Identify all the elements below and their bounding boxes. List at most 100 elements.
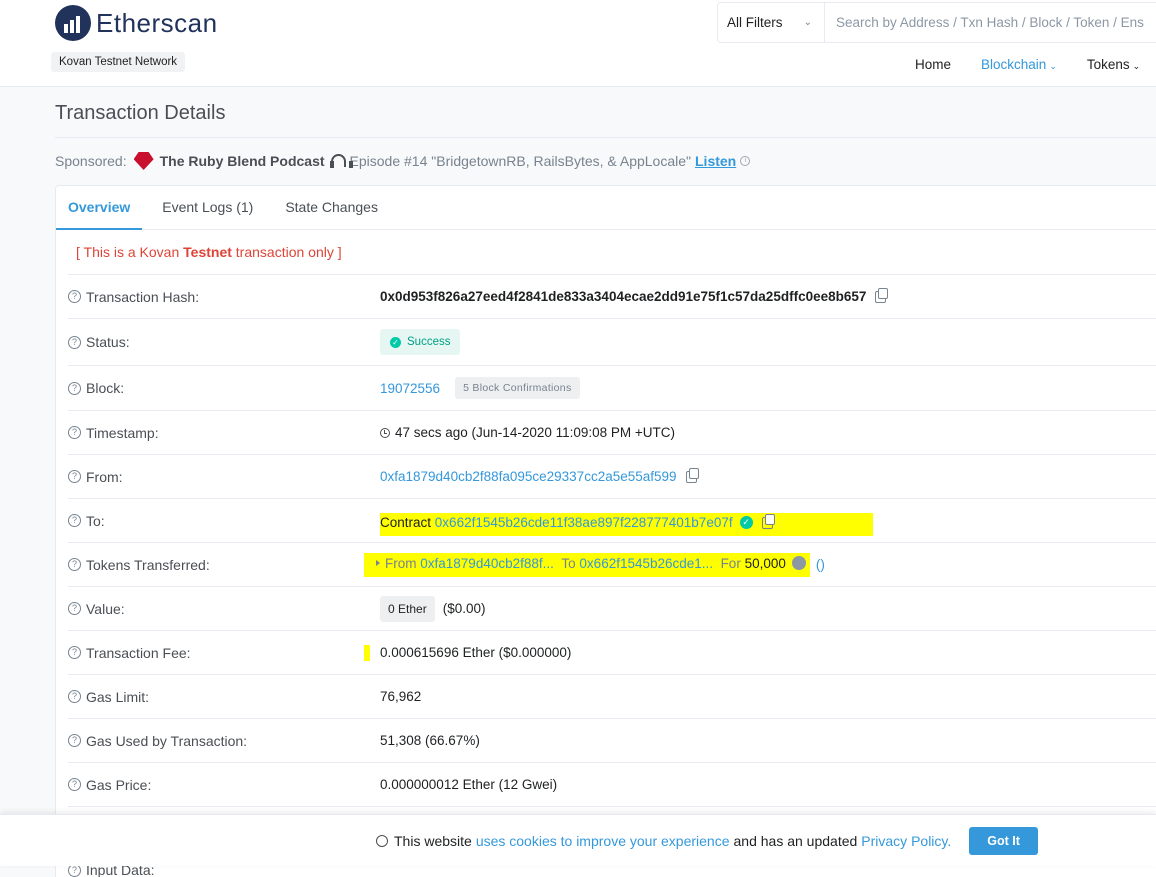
row-label: Status: — [86, 334, 130, 350]
to-address-link[interactable]: 0x662f1545b26cde11f38ae897f228777401b7e0… — [435, 515, 733, 530]
row-label: Gas Price: — [86, 776, 152, 793]
row-label: To: — [86, 512, 105, 529]
gas-price-value: 0.000000012 Ether (12 Gwei) — [380, 777, 558, 792]
row-label: Transaction Hash: — [86, 288, 200, 305]
token-amount: 50,000 — [744, 555, 786, 571]
token-icon — [791, 556, 806, 570]
highlight-mark — [364, 644, 370, 661]
network-badge: Kovan Testnet Network — [51, 52, 186, 72]
row-from: ? From: 0xfa1879d40cb2f88fa095ce29337cc2a… — [68, 454, 1156, 498]
row-gas-used: ? Gas Used by Transaction: 51,308 (66.67%… — [68, 718, 1156, 762]
verified-check-icon: ✓ — [739, 516, 753, 529]
row-to: ? To: Contract 0x662f1545b26cde11f38ae897… — [68, 498, 1156, 542]
fee-value: 0.000615696 Ether ($0.000000) — [380, 645, 572, 660]
row-label: From: — [86, 468, 123, 485]
row-timestamp: ? Timestamp: 47 secs ago (Jun-14-2020 11:… — [68, 410, 1156, 454]
help-icon[interactable]: ? — [68, 381, 81, 395]
help-icon[interactable]: ? — [68, 290, 81, 303]
row-gas-price: ? Gas Price: 0.000000012 Ether (12 Gwei) — [68, 762, 1156, 806]
to-contract-label: Contract — [380, 515, 432, 530]
check-icon: ✓ — [390, 336, 401, 348]
divider — [55, 137, 1156, 138]
help-icon[interactable]: ? — [68, 558, 81, 571]
clock-icon — [380, 427, 390, 438]
filter-select[interactable]: All Filters ⌄ — [718, 3, 825, 42]
testnet-notice: [ This is a Kovan Testnet transaction on… — [76, 244, 342, 260]
row-label: Transaction Fee: — [86, 644, 191, 661]
row-block: ? Block: 19072556 5 Block Confirmations — [68, 365, 1156, 410]
logo-icon — [55, 5, 91, 41]
info-icon[interactable]: i — [740, 156, 751, 166]
nav-blockchain[interactable]: Blockchain ⌄ — [981, 57, 1057, 72]
sponsored-label: Sponsored: — [55, 153, 127, 169]
help-icon[interactable]: ? — [68, 690, 81, 703]
tab-bar: Overview Event Logs (1) State Changes — [56, 186, 1156, 230]
tab-state-changes[interactable]: State Changes — [273, 186, 390, 230]
help-icon[interactable]: ? — [68, 426, 81, 439]
transaction-card: Overview Event Logs (1) State Changes [ … — [55, 185, 1156, 877]
help-icon[interactable]: ? — [68, 734, 81, 747]
from-address-link[interactable]: 0xfa1879d40cb2f88fa095ce29337cc2a5e55af5… — [380, 469, 677, 484]
gas-used-value: 51,308 (66.67%) — [380, 733, 480, 748]
transaction-hash: 0x0d953f826a27eed4f2841de833a3404ecae2dd… — [380, 289, 867, 304]
nav-tokens[interactable]: Tokens ⌄ — [1087, 57, 1140, 72]
help-icon[interactable]: ? — [68, 602, 81, 615]
token-from-link[interactable]: 0xfa1879d40cb2f88f... — [420, 556, 554, 571]
tab-event-logs[interactable]: Event Logs (1) — [150, 186, 265, 230]
search-input[interactable] — [825, 3, 1156, 42]
ruby-icon — [133, 152, 154, 170]
sponsored-banner: Sponsored: The Ruby Blend Podcast Episod… — [55, 152, 751, 170]
row-label: Tokens Transferred: — [86, 556, 210, 573]
row-status: ? Status: ✓ Success — [68, 318, 1156, 365]
row-label: Gas Used by Transaction: — [86, 732, 248, 749]
etherscan-logo[interactable]: Etherscan — [55, 5, 218, 41]
nav-home[interactable]: Home — [915, 57, 951, 72]
row-tokens-transferred: ? Tokens Transferred: From 0xfa1879d40cb2… — [68, 542, 1156, 586]
headphones-icon — [329, 154, 353, 168]
row-label: Block: — [86, 380, 125, 396]
row-label: Timestamp: — [86, 424, 159, 441]
search-bar: All Filters ⌄ — [717, 2, 1156, 43]
chevron-down-icon: ⌄ — [1049, 61, 1057, 71]
row-value: ? Value: 0 Ether ($0.00) — [68, 586, 1156, 630]
row-gas-limit: ? Gas Limit: 76,962 — [68, 674, 1156, 718]
page-title: Transaction Details — [55, 102, 226, 124]
filter-label: All Filters — [727, 15, 783, 30]
gas-limit-value: 76,962 — [380, 689, 422, 704]
chevron-down-icon: ⌄ — [1132, 61, 1141, 71]
site-header: Etherscan Kovan Testnet Network All Filt… — [0, 0, 1156, 87]
caret-right-icon — [376, 560, 380, 566]
listen-link[interactable]: Listen — [695, 153, 736, 169]
cookie-policy-link[interactable]: uses cookies to improve your experience — [476, 833, 730, 849]
chevron-down-icon: ⌄ — [803, 17, 812, 28]
help-icon[interactable]: ? — [68, 335, 81, 349]
sponsor-name: The Ruby Blend Podcast — [159, 153, 325, 169]
help-icon[interactable]: ? — [68, 470, 81, 483]
timestamp-value: 47 secs ago (Jun-14-2020 11:09:08 PM +UT… — [395, 425, 676, 440]
sponsor-text: Episode #14 "BridgetownRB, RailsBytes, &… — [349, 153, 691, 169]
cookie-banner: This website uses cookies to improve you… — [0, 814, 1156, 866]
help-icon[interactable]: ? — [68, 646, 81, 659]
privacy-policy-link[interactable]: Privacy Policy. — [861, 833, 951, 849]
token-transfer-highlight: From 0xfa1879d40cb2f88f... To 0x662f1545… — [364, 552, 810, 577]
tab-overview[interactable]: Overview — [56, 186, 143, 230]
cookie-icon — [376, 834, 388, 847]
value-usd: ($0.00) — [442, 601, 486, 616]
copy-icon[interactable] — [761, 513, 775, 529]
value-badge: 0 Ether — [380, 595, 435, 622]
row-label: Gas Limit: — [86, 688, 150, 705]
logo-text: Etherscan — [96, 7, 218, 38]
row-label: Value: — [86, 600, 125, 617]
help-icon[interactable]: ? — [68, 514, 81, 527]
token-name-link[interactable]: () — [816, 557, 825, 572]
status-badge: ✓ Success — [380, 329, 461, 355]
got-it-button[interactable]: Got It — [969, 826, 1038, 855]
help-icon[interactable]: ? — [68, 778, 81, 791]
main-nav: Home Blockchain ⌄ Tokens ⌄ — [915, 57, 1156, 72]
row-transaction-fee: ? Transaction Fee: 0.000615696 Ether ($0.… — [68, 630, 1156, 674]
block-link[interactable]: 19072556 — [380, 381, 440, 396]
token-to-link[interactable]: 0x662f1545b26cde1... — [579, 556, 713, 571]
copy-icon[interactable] — [685, 467, 699, 483]
copy-icon[interactable] — [875, 287, 889, 303]
row-transaction-hash: ? Transaction Hash: 0x0d953f826a27eed4f28… — [68, 274, 1156, 318]
